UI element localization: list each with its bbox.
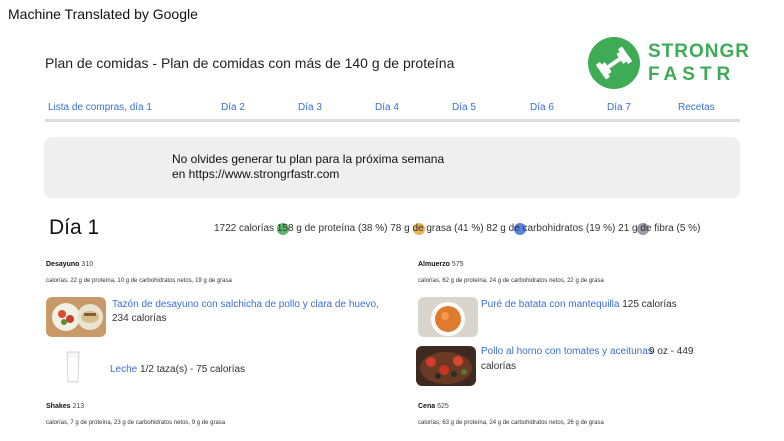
meal-name: Almuerzo	[418, 261, 450, 268]
sweet-potato-image[interactable]	[418, 297, 478, 337]
nav-link-recipes[interactable]: Recetas	[678, 102, 715, 113]
recipe-detail-baked-chicken-cont: calorías	[481, 361, 517, 372]
meal-name: Shakes	[46, 403, 71, 410]
meal-calories: 575	[451, 261, 464, 268]
meal-macros-breakfast: calorías, 22 g de proteína, 10 g de carb…	[46, 278, 232, 284]
nav-link-day-7[interactable]: Día 7	[607, 102, 631, 113]
day-title: Día 1	[49, 216, 100, 239]
recipe-detail-sweet-potato: 125 calorías	[622, 299, 677, 310]
recipe-link-milk[interactable]: Leche	[110, 364, 137, 375]
machine-translated-banner: Machine Translated by Google	[8, 6, 198, 22]
nav-link-shopping-list[interactable]: Lista de compras, día 1	[48, 102, 152, 113]
recipe-detail-breakfast-bowl: 234 calorías	[112, 313, 167, 324]
meal-header-breakfast: Desayuno 310	[46, 261, 93, 268]
breakfast-bowl-image[interactable]	[46, 297, 106, 337]
milk-item-row: Leche 1/2 taza(s) - 75 calorías	[110, 364, 245, 375]
logo-wordmark-bottom: FASTR	[648, 64, 736, 85]
recipe-detail-milk: 1/2 taza(s) - 75 calorías	[140, 364, 246, 375]
nav-link-day-3[interactable]: Día 3	[298, 102, 322, 113]
baked-chicken-image[interactable]	[416, 346, 476, 386]
meal-macros-lunch: calorías, 62 g de proteína, 24 g de carb…	[418, 278, 604, 284]
sweet-potato-item-row: Puré de batata con mantequilla 125 calor…	[481, 299, 677, 310]
reminder-box: No olvides generar tu plan para la próxi…	[44, 137, 740, 198]
reminder-url[interactable]: en https://www.strongrfastr.com	[172, 167, 339, 181]
dumbbell-logo-icon	[588, 37, 640, 89]
meal-header-shakes: Shakes 213	[46, 403, 84, 410]
meal-macros-shakes: calorías, 7 g de proteína, 23 g de carbo…	[46, 420, 226, 426]
meal-calories: 625	[437, 403, 449, 410]
meal-header-dinner: Cena 625	[418, 403, 449, 410]
nav-divider	[45, 119, 740, 122]
meal-macros-dinner: calorías, 63 g de proteína, 24 g de carb…	[418, 420, 604, 426]
recipe-link-sweet-potato[interactable]: Puré de batata con mantequilla	[481, 299, 619, 310]
nav-link-day-2[interactable]: Día 2	[221, 102, 245, 113]
day-navigation: Lista de compras, día 1 Día 2 Día 3 Día …	[45, 102, 740, 116]
recipe-link-baked-chicken[interactable]: Pollo al horno con tomates y aceitunas	[481, 346, 653, 357]
day-macros-summary: 1722 calorías 158 g de proteína (38 %) 7…	[214, 223, 701, 234]
page-title: Plan de comidas - Plan de comidas con má…	[45, 55, 455, 71]
recipe-link-breakfast-bowl[interactable]: Tazón de desayuno con salchicha de pollo…	[112, 299, 379, 310]
meal-name: Cena	[418, 403, 436, 410]
milk-glass-image[interactable]	[58, 350, 88, 384]
strongr-fastr-logo: STRONGR FASTR	[588, 37, 749, 89]
nav-link-day-6[interactable]: Día 6	[530, 102, 554, 113]
meal-header-lunch: Almuerzo 575	[418, 261, 464, 268]
meal-name: Desayuno	[46, 261, 80, 268]
nav-link-day-5[interactable]: Día 5	[452, 102, 476, 113]
reminder-text: No olvides generar tu plan para la próxi…	[172, 152, 445, 166]
nav-link-day-4[interactable]: Día 4	[375, 102, 399, 113]
meal-calories: 310	[81, 261, 94, 268]
recipe-detail-baked-chicken: 9 oz - 449	[649, 346, 694, 357]
logo-wordmark-top: STRONGR	[648, 41, 750, 62]
meal-calories: 213	[72, 403, 85, 410]
